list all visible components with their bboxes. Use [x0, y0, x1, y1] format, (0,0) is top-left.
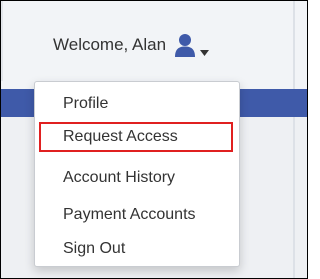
welcome-text: Welcome, Alan — [53, 35, 167, 54]
menu-item-payment-accounts[interactable]: Payment Accounts — [63, 203, 196, 227]
chevron-down-icon — [200, 43, 210, 56]
content-left-panel — [1, 117, 25, 278]
content-divider — [293, 117, 295, 278]
user-icon — [174, 33, 196, 57]
user-menu-toggle[interactable]: Welcome, Alan — [53, 31, 210, 59]
header-divider — [293, 1, 295, 89]
menu-item-sign-out[interactable]: Sign Out — [63, 237, 125, 261]
menu-item-account-history[interactable]: Account History — [63, 166, 175, 190]
menu-item-profile[interactable]: Profile — [63, 92, 108, 116]
header-left-edge — [1, 1, 3, 81]
menu-item-request-access[interactable]: Request Access — [63, 125, 178, 149]
user-dropdown-menu: Profile Request Access Account History P… — [34, 81, 240, 267]
page-frame: Welcome, Alan Profile Request Access Acc… — [0, 0, 308, 279]
